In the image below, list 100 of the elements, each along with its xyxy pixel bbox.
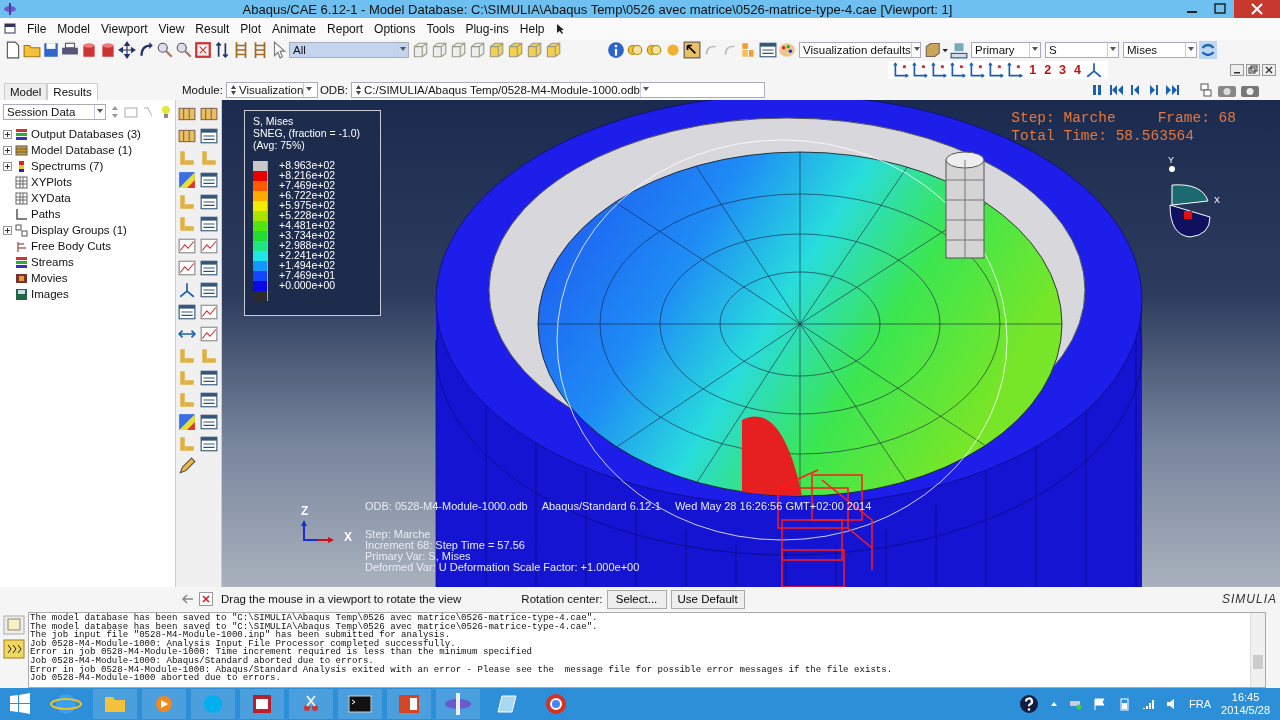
battery-icon[interactable] xyxy=(1117,697,1132,711)
cube-icon[interactable] xyxy=(430,41,448,59)
window-menu-icon[interactable] xyxy=(4,23,16,35)
lightbulb-icon[interactable] xyxy=(160,105,172,119)
viewport[interactable] xyxy=(222,100,1280,587)
select-button[interactable]: Select... xyxy=(606,589,667,609)
help-icon[interactable] xyxy=(1019,694,1040,714)
cube-icon[interactable] xyxy=(487,41,505,59)
back-arrow-icon[interactable] xyxy=(181,592,195,606)
flag-icon[interactable] xyxy=(1093,698,1108,710)
cylinder-icon[interactable] xyxy=(80,41,98,59)
odb-dropdown[interactable]: C:/SIMULIA/Abaqus Temp/0528-M4-Module-1000.odb xyxy=(351,82,766,98)
table-icon[interactable] xyxy=(200,193,218,211)
chart-icon[interactable] xyxy=(200,325,218,343)
table-icon[interactable] xyxy=(200,435,218,453)
expand-icon[interactable] xyxy=(3,129,12,139)
ruler-icon[interactable] xyxy=(950,41,968,59)
view-number-button[interactable]: 2 xyxy=(1044,63,1052,77)
tree-item[interactable]: Display Groups (1) xyxy=(31,224,127,236)
axes-view-icon[interactable] xyxy=(930,61,949,79)
menu-item[interactable]: Options xyxy=(374,22,416,36)
restore-icon[interactable] xyxy=(1246,64,1260,76)
tree-item[interactable]: Free Body Cuts xyxy=(31,240,111,252)
magnifier-icon[interactable] xyxy=(156,41,174,59)
cube-icon[interactable] xyxy=(411,41,429,59)
cancel-icon[interactable] xyxy=(199,592,213,606)
table-icon[interactable] xyxy=(200,171,218,189)
menu-item[interactable]: Animate xyxy=(272,22,317,36)
tree-item[interactable]: Paths xyxy=(31,208,61,220)
close-icon[interactable] xyxy=(1234,0,1280,18)
axes-icon[interactable] xyxy=(178,281,196,299)
contour-icon[interactable] xyxy=(178,171,196,189)
tree-item[interactable]: Streams xyxy=(31,256,74,268)
sync-icon[interactable] xyxy=(1199,41,1217,59)
last-frame-icon[interactable] xyxy=(1164,82,1182,98)
grid-icon[interactable] xyxy=(178,105,196,123)
cube-icon[interactable] xyxy=(506,41,524,59)
expand-icon[interactable] xyxy=(3,145,12,155)
up-down-arrows-icon[interactable] xyxy=(110,104,121,120)
axes-view-icon[interactable] xyxy=(968,61,987,79)
slides-icon[interactable] xyxy=(386,688,432,720)
box-icon[interactable] xyxy=(923,41,949,59)
terminal-icon[interactable] xyxy=(337,688,383,720)
move-icon[interactable] xyxy=(118,41,136,59)
menu-item[interactable]: View xyxy=(158,22,185,36)
close-icon[interactable] xyxy=(1262,64,1276,76)
scissors-icon[interactable] xyxy=(288,688,334,720)
table-icon[interactable] xyxy=(178,303,196,321)
session-data-dropdown[interactable]: Session Data xyxy=(3,104,107,120)
menu-item[interactable]: Plot xyxy=(240,22,261,36)
module-dropdown[interactable]: Visualization xyxy=(225,82,318,98)
target-icon[interactable] xyxy=(435,688,481,720)
tree-tab[interactable]: Results xyxy=(47,83,98,100)
chart-icon[interactable] xyxy=(178,237,196,255)
contour-icon[interactable] xyxy=(178,413,196,431)
cube-icon[interactable] xyxy=(525,41,543,59)
spin-arrows-icon[interactable] xyxy=(229,84,237,96)
tree-item[interactable]: XYPlots xyxy=(31,176,72,188)
fit-icon[interactable] xyxy=(194,41,212,59)
palette-icon[interactable] xyxy=(778,41,796,59)
chart-icon[interactable] xyxy=(200,237,218,255)
expand-icon[interactable] xyxy=(3,225,12,235)
output-step-dropdown[interactable]: Primary xyxy=(971,42,1041,58)
table-icon[interactable] xyxy=(200,259,218,277)
axes-view-icon[interactable] xyxy=(949,61,968,79)
table-icon[interactable] xyxy=(200,281,218,299)
cube-icon[interactable] xyxy=(544,41,562,59)
chart-icon[interactable] xyxy=(200,303,218,321)
save-icon[interactable] xyxy=(42,41,60,59)
scrollbar[interactable] xyxy=(1250,613,1265,687)
minimize-icon[interactable] xyxy=(1230,64,1244,76)
view-number-button[interactable]: 4 xyxy=(1074,63,1081,77)
axes-view-icon[interactable] xyxy=(892,61,911,79)
tree-item[interactable]: Spectrums (7) xyxy=(31,160,104,172)
rotate-icon[interactable] xyxy=(137,41,155,59)
table-icon[interactable] xyxy=(200,215,218,233)
chart-icon[interactable] xyxy=(178,259,196,277)
tree-item[interactable]: Output Databases (3) xyxy=(31,128,141,140)
axes-view-icon[interactable] xyxy=(911,61,930,79)
grid-icon[interactable] xyxy=(178,127,196,145)
cube-icon[interactable] xyxy=(468,41,486,59)
selection-filter-dropdown[interactable]: All xyxy=(289,42,409,58)
view-number-button[interactable]: 3 xyxy=(1059,63,1067,77)
tree-item[interactable]: XYData xyxy=(31,192,71,204)
menu-item[interactable]: Plug-ins xyxy=(465,22,509,36)
cube-icon[interactable] xyxy=(449,41,467,59)
table-icon[interactable] xyxy=(200,413,218,431)
expand-icon[interactable] xyxy=(3,161,12,171)
table-icon[interactable] xyxy=(200,369,218,387)
menu-item[interactable]: Report xyxy=(327,22,364,36)
updown-icon[interactable] xyxy=(213,41,231,59)
table-icon[interactable] xyxy=(759,41,777,59)
view-number-button[interactable]: 1 xyxy=(1029,63,1037,77)
cylinder-icon[interactable] xyxy=(99,41,117,59)
menu-item[interactable]: File xyxy=(27,22,47,36)
grid-icon[interactable] xyxy=(200,105,218,123)
pencil-icon[interactable] xyxy=(178,457,196,475)
tree-item[interactable]: Images xyxy=(31,288,69,300)
tree-item[interactable]: Movies xyxy=(31,272,68,284)
table-icon[interactable] xyxy=(200,391,218,409)
